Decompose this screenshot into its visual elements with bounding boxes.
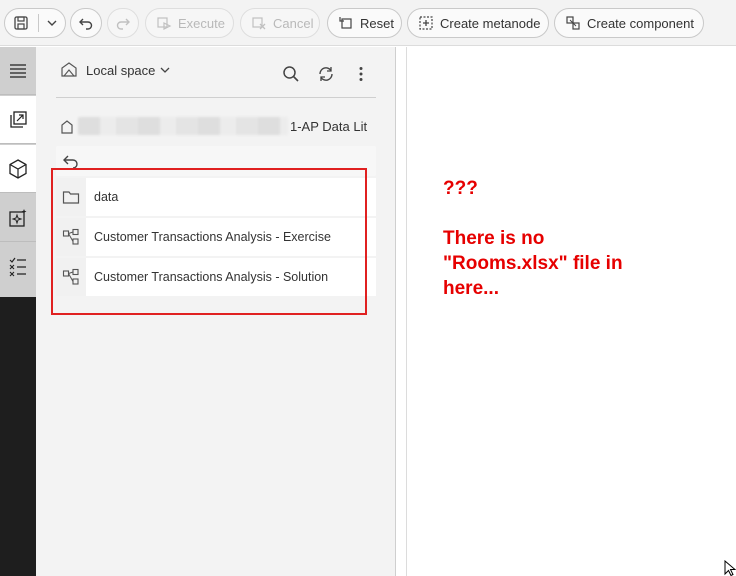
checklist-icon: [9, 257, 26, 277]
rail-item-checklist[interactable]: [0, 243, 36, 291]
cancel-label: Cancel: [273, 15, 314, 31]
reset-button[interactable]: Reset: [327, 8, 402, 38]
rail-item-node-repository[interactable]: [0, 145, 36, 193]
reset-icon: [339, 17, 352, 29]
redo-icon: [116, 18, 130, 30]
annotation-line: here...: [443, 278, 499, 299]
space-selector[interactable]: Local space: [60, 61, 171, 79]
space-explorer-icon: [10, 110, 27, 128]
cube-icon: [9, 158, 27, 179]
reset-label: Reset: [360, 15, 394, 31]
annotation-text: ??? There is no "Rooms.xlsx" file in her…: [443, 176, 703, 301]
rail-item-description[interactable]: [0, 47, 36, 95]
ai-sparkle-icon: [9, 208, 27, 227]
create-component-label: Create component: [587, 15, 694, 31]
panel-splitter[interactable]: [397, 47, 407, 576]
breadcrumb-path-text: 1-AP Data Lit: [290, 119, 368, 134]
more-options-icon[interactable]: [352, 65, 370, 83]
rail-item-space-explorer[interactable]: [0, 96, 36, 144]
chevron-down-icon: [160, 67, 170, 73]
save-icon: [14, 16, 29, 30]
cancel-button[interactable]: Cancel: [240, 8, 320, 38]
cancel-icon: [252, 17, 266, 30]
home-icon: [61, 120, 73, 134]
annotation-line: ???: [443, 178, 478, 199]
save-button[interactable]: [5, 9, 38, 37]
description-icon: [10, 63, 26, 78]
search-icon[interactable]: [282, 65, 300, 83]
main-toolbar: Execute Cancel Reset Create metanode Cre…: [0, 0, 736, 46]
panel-header-divider: [56, 97, 376, 98]
local-space-icon: [61, 62, 77, 77]
create-metanode-label: Create metanode: [440, 15, 541, 31]
annotation-spacer: [443, 201, 703, 226]
refresh-icon[interactable]: [317, 65, 335, 83]
chevron-down-icon: [47, 20, 57, 26]
side-rail-tabs: [0, 47, 36, 297]
metanode-icon: [419, 16, 433, 30]
component-icon: [566, 16, 580, 30]
execute-button[interactable]: Execute: [145, 8, 234, 38]
undo-button[interactable]: [70, 8, 102, 38]
back-arrow-icon: [63, 155, 78, 169]
mouse-cursor-icon: [724, 560, 736, 576]
undo-icon: [79, 18, 93, 30]
save-options-button[interactable]: [39, 9, 65, 37]
redo-button[interactable]: [107, 8, 139, 38]
create-metanode-button[interactable]: Create metanode: [407, 8, 549, 38]
annotation-line: "Rooms.xlsx" file in: [443, 253, 623, 274]
save-button-group: [4, 8, 66, 38]
annotation-highlight-box: [51, 168, 367, 315]
rail-item-ai-assistant[interactable]: [0, 194, 36, 242]
annotation-line: There is no: [443, 228, 545, 249]
execute-label: Execute: [178, 15, 225, 31]
breadcrumb[interactable]: 1-AP Data Lit: [60, 117, 376, 137]
execute-icon: [157, 17, 172, 30]
create-component-button[interactable]: Create component: [554, 8, 704, 38]
side-rail: [0, 47, 36, 576]
redacted-path: [78, 117, 288, 135]
space-selector-label: Local space: [86, 62, 156, 78]
